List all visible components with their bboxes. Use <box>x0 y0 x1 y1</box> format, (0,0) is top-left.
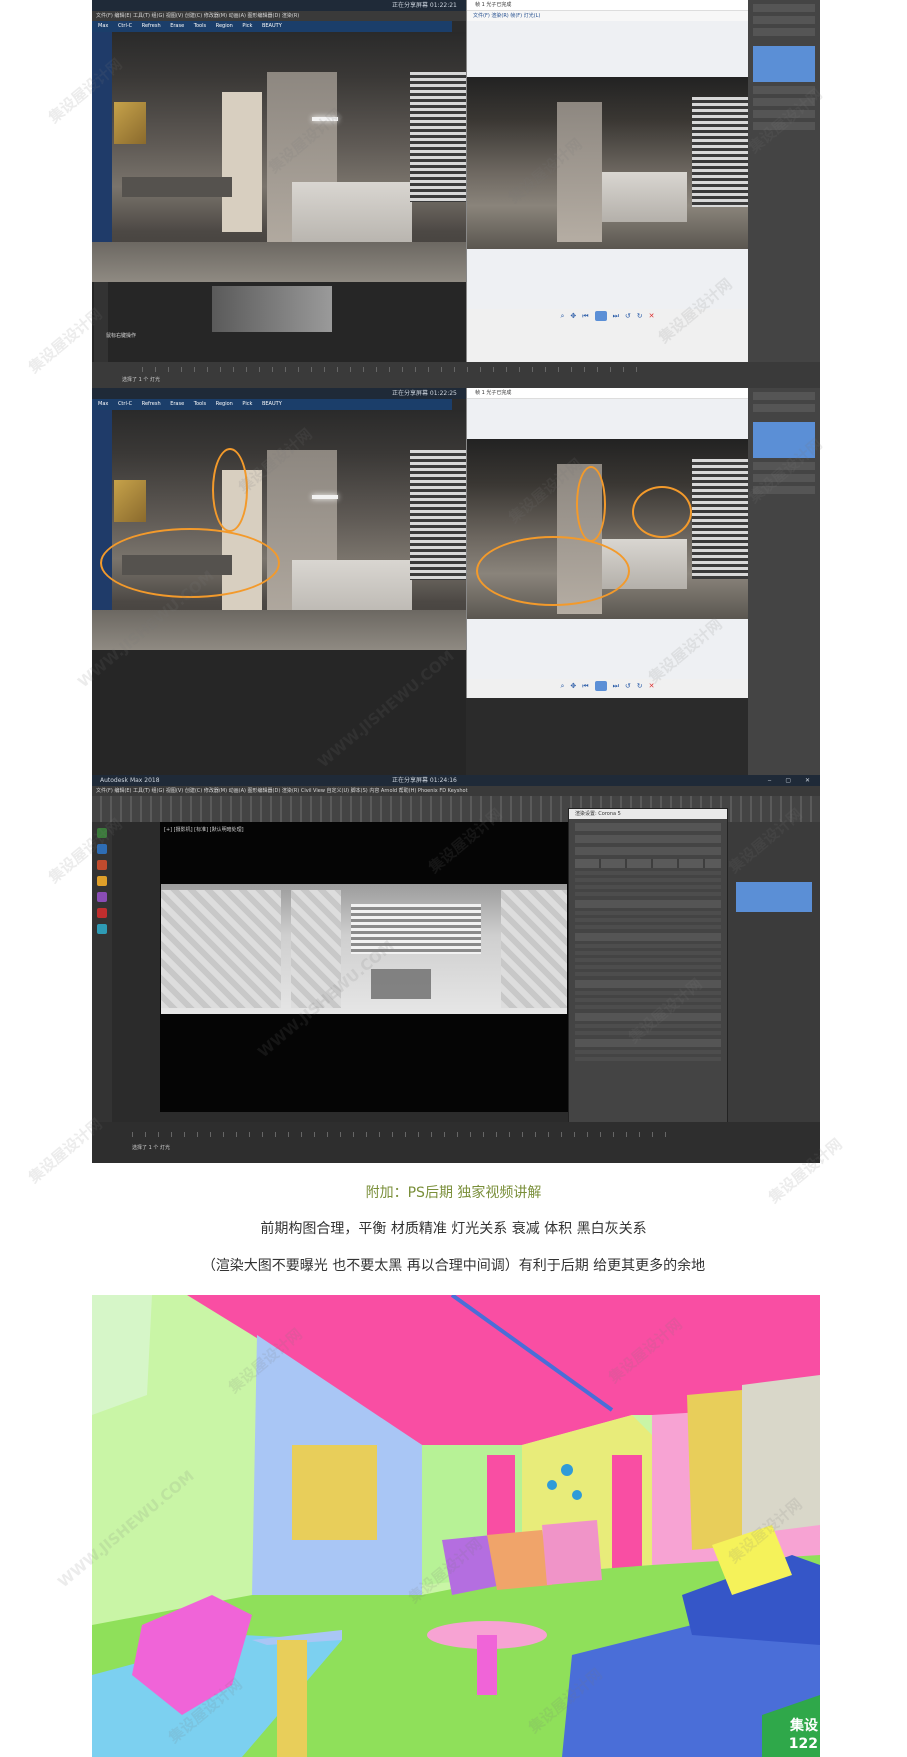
render-setup-dialog[interactable]: 渲染设置: Corona 5 <box>568 808 728 1148</box>
tool-icon[interactable] <box>97 844 107 854</box>
color-id-render: 集设 122 <box>92 1295 820 1757</box>
tool-icon[interactable] <box>97 908 107 918</box>
annotation-ellipse-chair-right <box>632 486 692 538</box>
rotate-left-icon[interactable]: ↺ <box>625 312 631 320</box>
annotation-ellipse-floor-right <box>476 536 630 606</box>
tool-refresh[interactable]: Refresh <box>142 401 161 407</box>
command-panel[interactable] <box>748 388 820 775</box>
share-status: 正在分享屏幕 01:22:25 <box>392 390 457 397</box>
status-text: 选择了 1 个 灯光 <box>122 377 160 383</box>
command-panel[interactable] <box>728 822 820 1122</box>
timeline[interactable]: 选择了 1 个 灯光 <box>92 1122 820 1163</box>
annotation-ellipse-floor-left <box>100 528 280 598</box>
tool-erase[interactable]: Erase <box>170 23 184 29</box>
viewport-bottom-strip: 鼠标右键操作 <box>92 282 466 362</box>
render-window-title: 帧 1 光子已完成 <box>467 388 748 399</box>
window-controls[interactable]: ‒ ▢ ✕ <box>768 775 816 786</box>
command-panel[interactable] <box>748 0 820 388</box>
move-icon[interactable]: ✥ <box>570 312 576 320</box>
screenshot-render-1: 正在分享屏幕 01:22:21 ‒ ▢ ✕ 文件(F) 编辑(E) 工具(T) … <box>92 0 820 388</box>
play-icon[interactable] <box>594 681 607 691</box>
tool-erase[interactable]: Erase <box>170 401 184 407</box>
corona-render-viewport[interactable] <box>92 32 466 282</box>
status-text: 选择了 1 个 灯光 <box>132 1145 170 1151</box>
app-titlebar: Autodesk Max 2018 正在分享屏幕 01:24:16 ‒ ▢ ✕ <box>92 775 820 786</box>
share-status: 正在分享屏幕 01:24:16 <box>392 777 457 784</box>
zoom-icon[interactable]: ⌕ <box>560 682 564 691</box>
pendant-lamp <box>312 117 338 121</box>
move-icon[interactable]: ✥ <box>570 682 576 690</box>
close-icon[interactable]: ✕ <box>649 682 655 690</box>
rendered-image <box>467 77 748 249</box>
tool-refresh[interactable]: Refresh <box>142 23 161 29</box>
tool-icon[interactable] <box>97 924 107 934</box>
tool-max[interactable]: Max <box>98 401 108 407</box>
zoom-icon[interactable]: ⌕ <box>560 312 564 321</box>
left-toolbar[interactable] <box>92 822 112 1122</box>
dining-table <box>122 177 232 197</box>
rotate-right-icon[interactable]: ↻ <box>637 682 643 690</box>
door <box>222 92 262 232</box>
annotation-ellipse-door-left <box>212 448 248 532</box>
window-blinds <box>410 72 466 202</box>
screenshot-3dsmax-render-setup: Autodesk Max 2018 正在分享屏幕 01:24:16 ‒ ▢ ✕ … <box>92 775 820 1163</box>
share-status: 正在分享屏幕 01:22:21 <box>392 2 457 9</box>
page: 正在分享屏幕 01:22:21 ‒ ▢ ✕ 文件(F) 编辑(E) 工具(T) … <box>0 0 907 1757</box>
caption-line-1: 前期构图合理，平衡 材质精准 灯光关系 衰减 体积 黑白灰关系 <box>260 1221 647 1237</box>
corner-watermark: 集设 122 <box>788 1718 818 1752</box>
tool-region[interactable]: Region <box>216 401 233 407</box>
corona-render-viewport[interactable] <box>92 410 466 650</box>
wall-painting <box>114 102 146 144</box>
floor <box>92 242 466 282</box>
thumbnail <box>212 286 332 332</box>
timeline[interactable]: 选择了 1 个 灯光 <box>92 362 820 388</box>
render-window-title: 帧 1 光子已完成 <box>467 0 748 11</box>
annotation-ellipse-door-right <box>576 466 606 542</box>
tool-beauty[interactable]: BEAUTY <box>262 23 282 29</box>
frame-buffer-toolbar: Max Ctrl-C Refresh Erase Tools Region Pi… <box>92 399 452 410</box>
caption-line-2: （渲染大图不要曝光 也不要太黑 再以合理中间调）有利于后期 给更其更多的余地 <box>201 1258 706 1274</box>
render-setup-tabs[interactable] <box>575 859 721 868</box>
rotate-left-icon[interactable]: ↺ <box>625 682 631 690</box>
next-frame-icon[interactable]: ⏭ <box>613 682 619 691</box>
app-title: Autodesk Max 2018 <box>100 777 160 784</box>
prev-frame-icon[interactable]: ⏮ <box>582 682 588 691</box>
tool-region[interactable]: Region <box>216 23 233 29</box>
playback-toolbar: ⌕ ✥ ⏮ ⏭ ↺ ↻ ✕ <box>467 679 748 693</box>
render-setup-title: 渲染设置: Corona 5 <box>569 809 727 819</box>
play-icon[interactable] <box>594 311 607 321</box>
tool-tools[interactable]: Tools <box>194 401 206 407</box>
close-icon[interactable]: ✕ <box>649 312 655 320</box>
playback-toolbar: ⌕ ✥ ⏮ ⏭ ↺ ↻ ✕ <box>467 309 748 323</box>
bottom-info: 鼠标右键操作 <box>106 333 137 339</box>
screenshot-render-2-annotated: 正在分享屏幕 01:22:25 ‒ ▢ ✕ Max Ctrl-C Refresh… <box>92 388 820 775</box>
tool-beauty[interactable]: BEAUTY <box>262 401 282 407</box>
prev-frame-icon[interactable]: ⏮ <box>582 312 588 321</box>
next-frame-icon[interactable]: ⏭ <box>613 312 619 321</box>
rotate-right-icon[interactable]: ↻ <box>637 312 643 320</box>
render-window: 帧 1 光子已完成 文件(F) 渲染(R) 帧(F) 灯光(L) ⌕ ✥ ⏮ ⏭… <box>466 0 748 362</box>
tool-icon[interactable] <box>97 876 107 886</box>
frame-buffer-toolbar: Max Ctrl-C Refresh Erase Tools Region Pi… <box>92 21 452 32</box>
tool-icon[interactable] <box>97 892 107 902</box>
section-title: 附加：PS后期 独家视频讲解 <box>365 1185 542 1201</box>
viewport-bottom-strip <box>92 650 466 775</box>
tool-pick[interactable]: Pick <box>242 401 252 407</box>
tool-ctrl-c[interactable]: Ctrl-C <box>118 401 132 407</box>
viewport-label[interactable]: [+] [摄影机] [标准] [默认明暗处理] <box>164 826 244 833</box>
menu-bar[interactable]: 文件(F) 编辑(E) 工具(T) 组(G) 视图(V) 创建(C) 修改器(M… <box>92 786 820 796</box>
render-window-menu[interactable]: 文件(F) 渲染(R) 帧(F) 灯光(L) <box>467 11 748 21</box>
tool-ctrl-c[interactable]: Ctrl-C <box>118 23 132 29</box>
camera-viewport[interactable]: [+] [摄影机] [标准] [默认明暗处理] <box>160 822 568 1112</box>
scene-geometry <box>161 884 567 1014</box>
tool-pick[interactable]: Pick <box>242 23 252 29</box>
menu-bar[interactable]: 文件(F) 编辑(E) 工具(T) 组(G) 视图(V) 创建(C) 修改器(M… <box>92 11 472 21</box>
tool-tools[interactable]: Tools <box>194 23 206 29</box>
color-id-scene <box>92 1295 820 1757</box>
tool-max[interactable]: Max <box>98 23 108 29</box>
tool-icon[interactable] <box>97 860 107 870</box>
tool-icon[interactable] <box>97 828 107 838</box>
